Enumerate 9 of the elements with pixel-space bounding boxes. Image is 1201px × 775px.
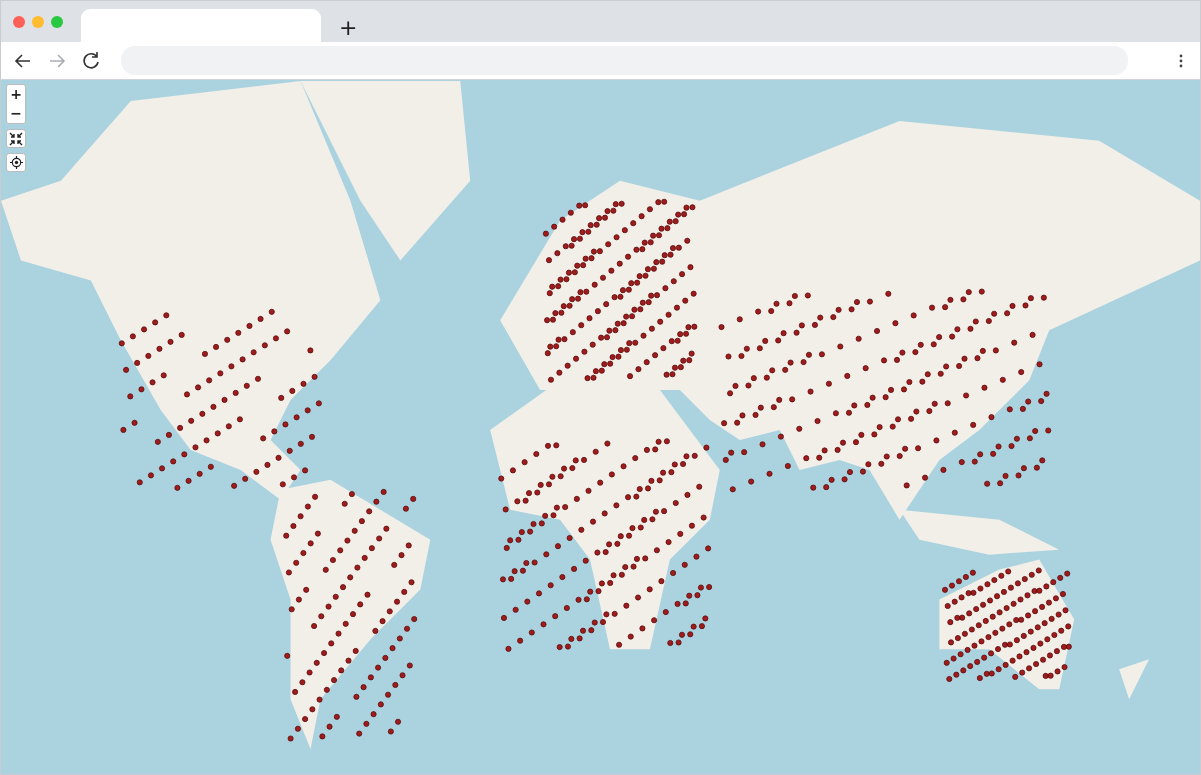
locate-icon xyxy=(9,156,23,169)
locate-button[interactable] xyxy=(6,153,26,172)
maximize-button[interactable] xyxy=(51,15,63,28)
collapse-button[interactable] xyxy=(6,129,26,148)
new-tab-button[interactable]: + xyxy=(335,17,362,39)
minimize-button[interactable] xyxy=(32,15,44,28)
close-button[interactable] xyxy=(13,15,25,28)
menu-icon[interactable] xyxy=(1178,53,1184,68)
collapse-arrows-icon xyxy=(9,131,23,146)
